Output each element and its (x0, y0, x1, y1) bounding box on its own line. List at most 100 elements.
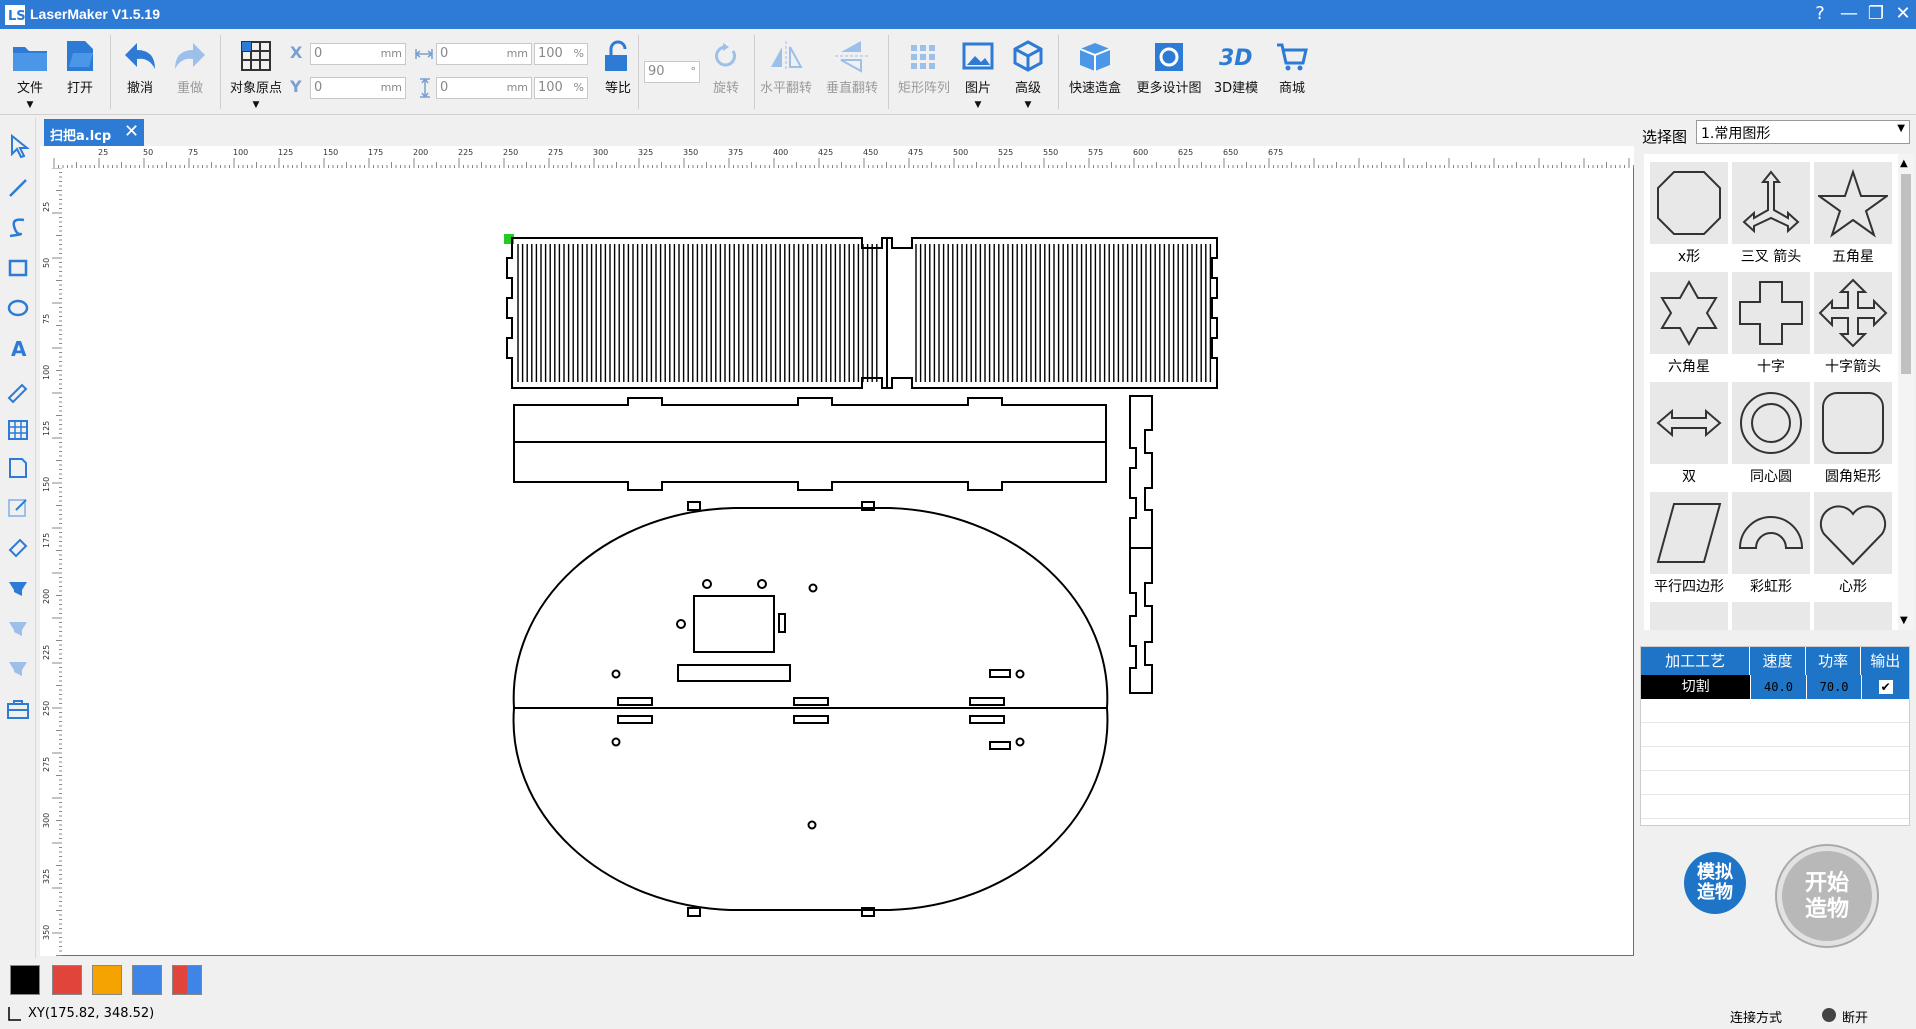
image-button[interactable]: 图片 ▼ (952, 33, 1004, 111)
h-ruler-label: 650 (1223, 148, 1238, 157)
horizontal-ruler: 25 50 75 100 125 150 175 200 225 250 275 300 325 350 3… (40, 146, 1634, 168)
shape-item[interactable] (1650, 602, 1728, 630)
color-swatch-black[interactable] (10, 965, 40, 995)
shape-item[interactable]: 心形 (1814, 492, 1892, 596)
shape-item[interactable] (1732, 602, 1810, 630)
output-checkbox[interactable]: ✔ (1861, 675, 1909, 699)
design-canvas[interactable] (62, 168, 1632, 954)
eraser-tool-icon[interactable] (4, 532, 32, 560)
process-cell[interactable]: 切割 (1641, 675, 1751, 699)
proportional-lock-button[interactable]: 等比 (592, 33, 644, 111)
toolbox-icon[interactable] (4, 696, 32, 724)
ellipse-tool-icon[interactable] (4, 294, 32, 322)
3d-modeling-button[interactable]: 3D 3D建模 (1208, 33, 1264, 111)
rotate-icon (715, 43, 736, 67)
v-ruler-label: 75 (42, 314, 51, 324)
advanced-button[interactable]: 高级 ▼ (1002, 33, 1054, 111)
shape-label: 平行四边形 (1654, 579, 1724, 595)
close-tab-icon[interactable]: ✕ (124, 121, 139, 142)
color-swatch-multi[interactable] (172, 965, 202, 995)
document-tab[interactable]: 扫把a.lcp ✕ (44, 119, 144, 146)
color-swatch-blue[interactable] (132, 965, 162, 995)
height-percent-input[interactable]: 100% (534, 77, 588, 99)
double-arrow-icon (1650, 382, 1728, 464)
power-cell[interactable]: 70.0 (1805, 675, 1862, 699)
shape-item[interactable]: 同心圆 (1732, 382, 1810, 486)
curve-tool-icon[interactable] (4, 214, 32, 242)
coordinate-readout: XY(175.82, 348.52) (28, 1006, 155, 1021)
shape-item[interactable] (1814, 602, 1892, 630)
color-swatch-orange[interactable] (92, 965, 122, 995)
box-icon (1079, 43, 1111, 71)
simulate-button[interactable]: 模拟 造物 (1684, 852, 1746, 914)
line-tool-icon[interactable] (4, 174, 32, 202)
v-ruler-label: 350 (42, 925, 51, 940)
rectangle-tool-icon[interactable] (4, 254, 32, 282)
origin-button[interactable]: 对象原点 ▼ (226, 33, 286, 111)
help-button[interactable]: ? (1807, 2, 1833, 26)
shape-item[interactable]: 十字 (1732, 272, 1810, 376)
shape-item[interactable]: 五角星 (1814, 162, 1892, 266)
shape-category-dropdown[interactable]: 1.常用图形 ▼ (1696, 120, 1910, 144)
h-ruler-label: 625 (1178, 148, 1193, 157)
y-position-input[interactable]: 0 mm (310, 77, 406, 99)
rotate-button[interactable]: 旋转 (700, 33, 752, 111)
rainbow-icon (1732, 492, 1810, 574)
x-position-input[interactable]: 0 mm (310, 43, 406, 65)
shape-item[interactable]: x形 (1650, 162, 1728, 266)
connection-mode-label[interactable]: 连接方式 (1730, 1007, 1782, 1026)
v-ruler-label: 275 (42, 757, 51, 772)
width-percent-input[interactable]: 100% (534, 43, 588, 65)
x-shape-icon (1650, 162, 1728, 244)
fill-tool-icon[interactable] (4, 574, 32, 602)
comb-panel[interactable] (506, 237, 1218, 389)
page-tool-icon[interactable] (4, 454, 32, 482)
color-swatch-red[interactable] (52, 965, 82, 995)
flip-vertical-button[interactable]: 垂直翻转 (826, 33, 878, 111)
shape-item[interactable]: 双 (1650, 382, 1728, 486)
ruler-tool-icon[interactable] (4, 378, 32, 406)
restore-button[interactable]: ❐ (1863, 2, 1889, 26)
open-button[interactable]: 打开 (54, 33, 106, 111)
edit-tool-icon[interactable] (4, 494, 32, 522)
store-button[interactable]: 商城 (1266, 33, 1318, 111)
side-board[interactable] (513, 397, 1107, 491)
shape-item[interactable]: 彩虹形 (1732, 492, 1810, 596)
close-button[interactable]: ✕ (1890, 2, 1916, 26)
table-tool-icon[interactable] (4, 416, 32, 444)
v-ruler-label: 200 (42, 589, 51, 604)
speed-cell[interactable]: 40.0 (1750, 675, 1806, 699)
width-input[interactable]: 0 mm (436, 43, 532, 65)
quick-box-label: 快速造盒 (1068, 81, 1121, 96)
flip-horizontal-button[interactable]: 水平翻转 (760, 33, 812, 111)
shape-item[interactable]: 圆角矩形 (1814, 382, 1892, 486)
more-designs-button[interactable]: 更多设计图 (1132, 33, 1206, 111)
minimize-button[interactable]: — (1836, 2, 1862, 26)
shape-item[interactable]: 三叉 箭头 (1732, 162, 1810, 266)
shape-item[interactable]: 六角星 (1650, 272, 1728, 376)
shape-category-value: 1.常用图形 (1701, 126, 1771, 142)
title-bar: LS LaserMaker V1.5.19 ? — ❐ ✕ (0, 0, 1916, 29)
height-input[interactable]: 0 mm (436, 77, 532, 99)
select-arrow-icon[interactable] (4, 132, 32, 160)
start-button[interactable]: 开始 造物 (1777, 846, 1877, 946)
process-table-header: 加工工艺 速度 功率 输出 (1641, 647, 1910, 675)
table-row[interactable]: 切割 40.0 70.0 ✔ (1641, 675, 1909, 699)
quick-box-button[interactable]: 快速造盒 (1064, 33, 1126, 111)
redo-button[interactable]: 重做 (164, 33, 216, 111)
h-ruler-label: 350 (683, 148, 698, 157)
file-button[interactable]: 文件 ▼ (4, 33, 56, 111)
filter-tool-icon[interactable] (4, 654, 32, 682)
tabbed-strip[interactable] (1129, 395, 1153, 694)
height-arrow-icon (420, 78, 430, 98)
rect-array-button[interactable]: 矩形阵列 (894, 33, 954, 111)
v-ruler-label: 100 (42, 365, 51, 380)
undo-button[interactable]: 撤消 (114, 33, 166, 111)
oval-base[interactable] (512, 501, 1109, 917)
shape-item[interactable]: 十字箭头 (1814, 272, 1892, 376)
fill-down-tool-icon[interactable] (4, 614, 32, 642)
rotate-angle-input[interactable]: 90 ° (644, 61, 700, 83)
shape-gallery-scrollbar[interactable]: ▲ ▼ (1898, 154, 1914, 630)
text-tool-icon[interactable]: A (4, 334, 32, 362)
shape-item[interactable]: 平行四边形 (1650, 492, 1728, 596)
